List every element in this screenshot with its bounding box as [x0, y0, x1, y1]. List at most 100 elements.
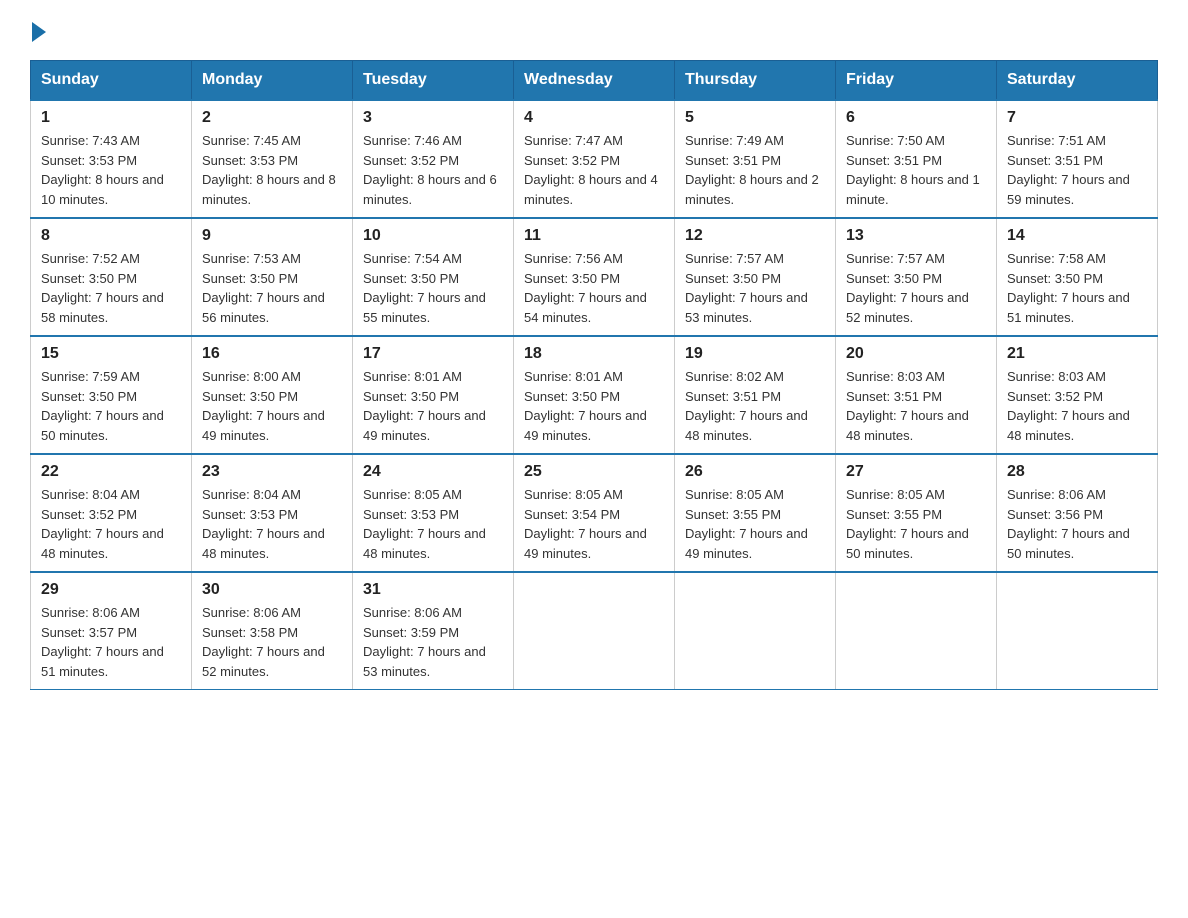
day-number: 5 — [685, 109, 825, 127]
day-number: 12 — [685, 227, 825, 245]
day-info: Sunrise: 8:06 AMSunset: 3:59 PMDaylight:… — [363, 605, 486, 679]
day-number: 20 — [846, 345, 986, 363]
calendar-cell: 18 Sunrise: 8:01 AMSunset: 3:50 PMDaylig… — [514, 336, 675, 454]
day-number: 21 — [1007, 345, 1147, 363]
calendar-week-row: 1 Sunrise: 7:43 AMSunset: 3:53 PMDayligh… — [31, 100, 1158, 218]
calendar-cell: 14 Sunrise: 7:58 AMSunset: 3:50 PMDaylig… — [997, 218, 1158, 336]
column-header-wednesday: Wednesday — [514, 61, 675, 101]
calendar-week-row: 22 Sunrise: 8:04 AMSunset: 3:52 PMDaylig… — [31, 454, 1158, 572]
day-number: 13 — [846, 227, 986, 245]
calendar-cell — [836, 572, 997, 690]
day-number: 11 — [524, 227, 664, 245]
day-info: Sunrise: 8:06 AMSunset: 3:58 PMDaylight:… — [202, 605, 325, 679]
day-number: 9 — [202, 227, 342, 245]
day-number: 31 — [363, 581, 503, 599]
logo — [30, 20, 46, 42]
calendar-cell: 5 Sunrise: 7:49 AMSunset: 3:51 PMDayligh… — [675, 100, 836, 218]
column-header-saturday: Saturday — [997, 61, 1158, 101]
calendar-cell: 9 Sunrise: 7:53 AMSunset: 3:50 PMDayligh… — [192, 218, 353, 336]
calendar-cell: 7 Sunrise: 7:51 AMSunset: 3:51 PMDayligh… — [997, 100, 1158, 218]
day-number: 17 — [363, 345, 503, 363]
day-number: 26 — [685, 463, 825, 481]
calendar-week-row: 8 Sunrise: 7:52 AMSunset: 3:50 PMDayligh… — [31, 218, 1158, 336]
calendar-cell: 2 Sunrise: 7:45 AMSunset: 3:53 PMDayligh… — [192, 100, 353, 218]
calendar-cell: 31 Sunrise: 8:06 AMSunset: 3:59 PMDaylig… — [353, 572, 514, 690]
calendar-cell: 25 Sunrise: 8:05 AMSunset: 3:54 PMDaylig… — [514, 454, 675, 572]
calendar-cell: 21 Sunrise: 8:03 AMSunset: 3:52 PMDaylig… — [997, 336, 1158, 454]
day-info: Sunrise: 8:02 AMSunset: 3:51 PMDaylight:… — [685, 369, 808, 443]
day-info: Sunrise: 7:46 AMSunset: 3:52 PMDaylight:… — [363, 133, 497, 207]
day-number: 1 — [41, 109, 181, 127]
day-number: 6 — [846, 109, 986, 127]
day-number: 30 — [202, 581, 342, 599]
day-info: Sunrise: 7:56 AMSunset: 3:50 PMDaylight:… — [524, 251, 647, 325]
column-header-tuesday: Tuesday — [353, 61, 514, 101]
day-info: Sunrise: 8:06 AMSunset: 3:57 PMDaylight:… — [41, 605, 164, 679]
calendar-header-row: SundayMondayTuesdayWednesdayThursdayFrid… — [31, 61, 1158, 101]
day-number: 7 — [1007, 109, 1147, 127]
day-info: Sunrise: 8:04 AMSunset: 3:52 PMDaylight:… — [41, 487, 164, 561]
day-number: 19 — [685, 345, 825, 363]
day-number: 15 — [41, 345, 181, 363]
calendar-cell — [675, 572, 836, 690]
calendar-cell: 23 Sunrise: 8:04 AMSunset: 3:53 PMDaylig… — [192, 454, 353, 572]
calendar-cell: 4 Sunrise: 7:47 AMSunset: 3:52 PMDayligh… — [514, 100, 675, 218]
calendar-cell: 13 Sunrise: 7:57 AMSunset: 3:50 PMDaylig… — [836, 218, 997, 336]
day-info: Sunrise: 8:04 AMSunset: 3:53 PMDaylight:… — [202, 487, 325, 561]
day-info: Sunrise: 8:05 AMSunset: 3:54 PMDaylight:… — [524, 487, 647, 561]
calendar-cell: 6 Sunrise: 7:50 AMSunset: 3:51 PMDayligh… — [836, 100, 997, 218]
day-info: Sunrise: 7:45 AMSunset: 3:53 PMDaylight:… — [202, 133, 336, 207]
calendar-cell: 28 Sunrise: 8:06 AMSunset: 3:56 PMDaylig… — [997, 454, 1158, 572]
day-info: Sunrise: 7:53 AMSunset: 3:50 PMDaylight:… — [202, 251, 325, 325]
day-info: Sunrise: 7:54 AMSunset: 3:50 PMDaylight:… — [363, 251, 486, 325]
calendar-week-row: 15 Sunrise: 7:59 AMSunset: 3:50 PMDaylig… — [31, 336, 1158, 454]
calendar-cell: 3 Sunrise: 7:46 AMSunset: 3:52 PMDayligh… — [353, 100, 514, 218]
calendar-cell: 22 Sunrise: 8:04 AMSunset: 3:52 PMDaylig… — [31, 454, 192, 572]
day-info: Sunrise: 8:05 AMSunset: 3:53 PMDaylight:… — [363, 487, 486, 561]
day-info: Sunrise: 8:06 AMSunset: 3:56 PMDaylight:… — [1007, 487, 1130, 561]
column-header-monday: Monday — [192, 61, 353, 101]
logo-arrow-icon — [32, 22, 46, 42]
day-number: 25 — [524, 463, 664, 481]
day-number: 10 — [363, 227, 503, 245]
calendar-cell: 24 Sunrise: 8:05 AMSunset: 3:53 PMDaylig… — [353, 454, 514, 572]
calendar-cell: 10 Sunrise: 7:54 AMSunset: 3:50 PMDaylig… — [353, 218, 514, 336]
calendar-cell: 26 Sunrise: 8:05 AMSunset: 3:55 PMDaylig… — [675, 454, 836, 572]
column-header-thursday: Thursday — [675, 61, 836, 101]
calendar-cell — [514, 572, 675, 690]
day-number: 22 — [41, 463, 181, 481]
day-number: 27 — [846, 463, 986, 481]
column-header-friday: Friday — [836, 61, 997, 101]
calendar-cell: 20 Sunrise: 8:03 AMSunset: 3:51 PMDaylig… — [836, 336, 997, 454]
day-number: 14 — [1007, 227, 1147, 245]
calendar-cell: 19 Sunrise: 8:02 AMSunset: 3:51 PMDaylig… — [675, 336, 836, 454]
calendar-cell: 8 Sunrise: 7:52 AMSunset: 3:50 PMDayligh… — [31, 218, 192, 336]
day-number: 29 — [41, 581, 181, 599]
calendar-cell — [997, 572, 1158, 690]
calendar-table: SundayMondayTuesdayWednesdayThursdayFrid… — [30, 60, 1158, 690]
calendar-cell: 11 Sunrise: 7:56 AMSunset: 3:50 PMDaylig… — [514, 218, 675, 336]
day-info: Sunrise: 8:03 AMSunset: 3:52 PMDaylight:… — [1007, 369, 1130, 443]
day-info: Sunrise: 7:50 AMSunset: 3:51 PMDaylight:… — [846, 133, 980, 207]
day-number: 2 — [202, 109, 342, 127]
day-info: Sunrise: 8:00 AMSunset: 3:50 PMDaylight:… — [202, 369, 325, 443]
calendar-cell: 17 Sunrise: 8:01 AMSunset: 3:50 PMDaylig… — [353, 336, 514, 454]
day-info: Sunrise: 7:57 AMSunset: 3:50 PMDaylight:… — [685, 251, 808, 325]
day-info: Sunrise: 7:59 AMSunset: 3:50 PMDaylight:… — [41, 369, 164, 443]
day-info: Sunrise: 7:52 AMSunset: 3:50 PMDaylight:… — [41, 251, 164, 325]
day-info: Sunrise: 7:58 AMSunset: 3:50 PMDaylight:… — [1007, 251, 1130, 325]
day-number: 8 — [41, 227, 181, 245]
day-info: Sunrise: 8:05 AMSunset: 3:55 PMDaylight:… — [846, 487, 969, 561]
day-number: 4 — [524, 109, 664, 127]
day-info: Sunrise: 7:43 AMSunset: 3:53 PMDaylight:… — [41, 133, 164, 207]
day-number: 3 — [363, 109, 503, 127]
day-number: 18 — [524, 345, 664, 363]
calendar-cell: 29 Sunrise: 8:06 AMSunset: 3:57 PMDaylig… — [31, 572, 192, 690]
column-header-sunday: Sunday — [31, 61, 192, 101]
calendar-cell: 27 Sunrise: 8:05 AMSunset: 3:55 PMDaylig… — [836, 454, 997, 572]
day-info: Sunrise: 8:01 AMSunset: 3:50 PMDaylight:… — [524, 369, 647, 443]
day-number: 28 — [1007, 463, 1147, 481]
day-info: Sunrise: 7:47 AMSunset: 3:52 PMDaylight:… — [524, 133, 658, 207]
calendar-cell: 12 Sunrise: 7:57 AMSunset: 3:50 PMDaylig… — [675, 218, 836, 336]
page-header — [30, 20, 1158, 42]
